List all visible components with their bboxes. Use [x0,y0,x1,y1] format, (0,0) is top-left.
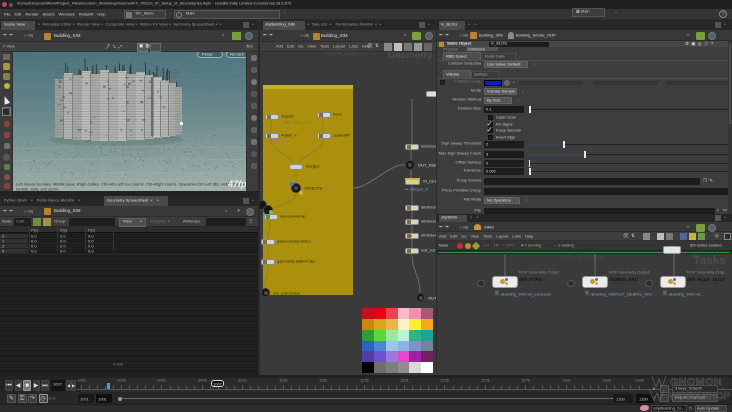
svg-text:GNOMON: GNOMON [670,376,722,388]
svg-text:WORKSHOP: WORKSHOP [669,391,731,402]
